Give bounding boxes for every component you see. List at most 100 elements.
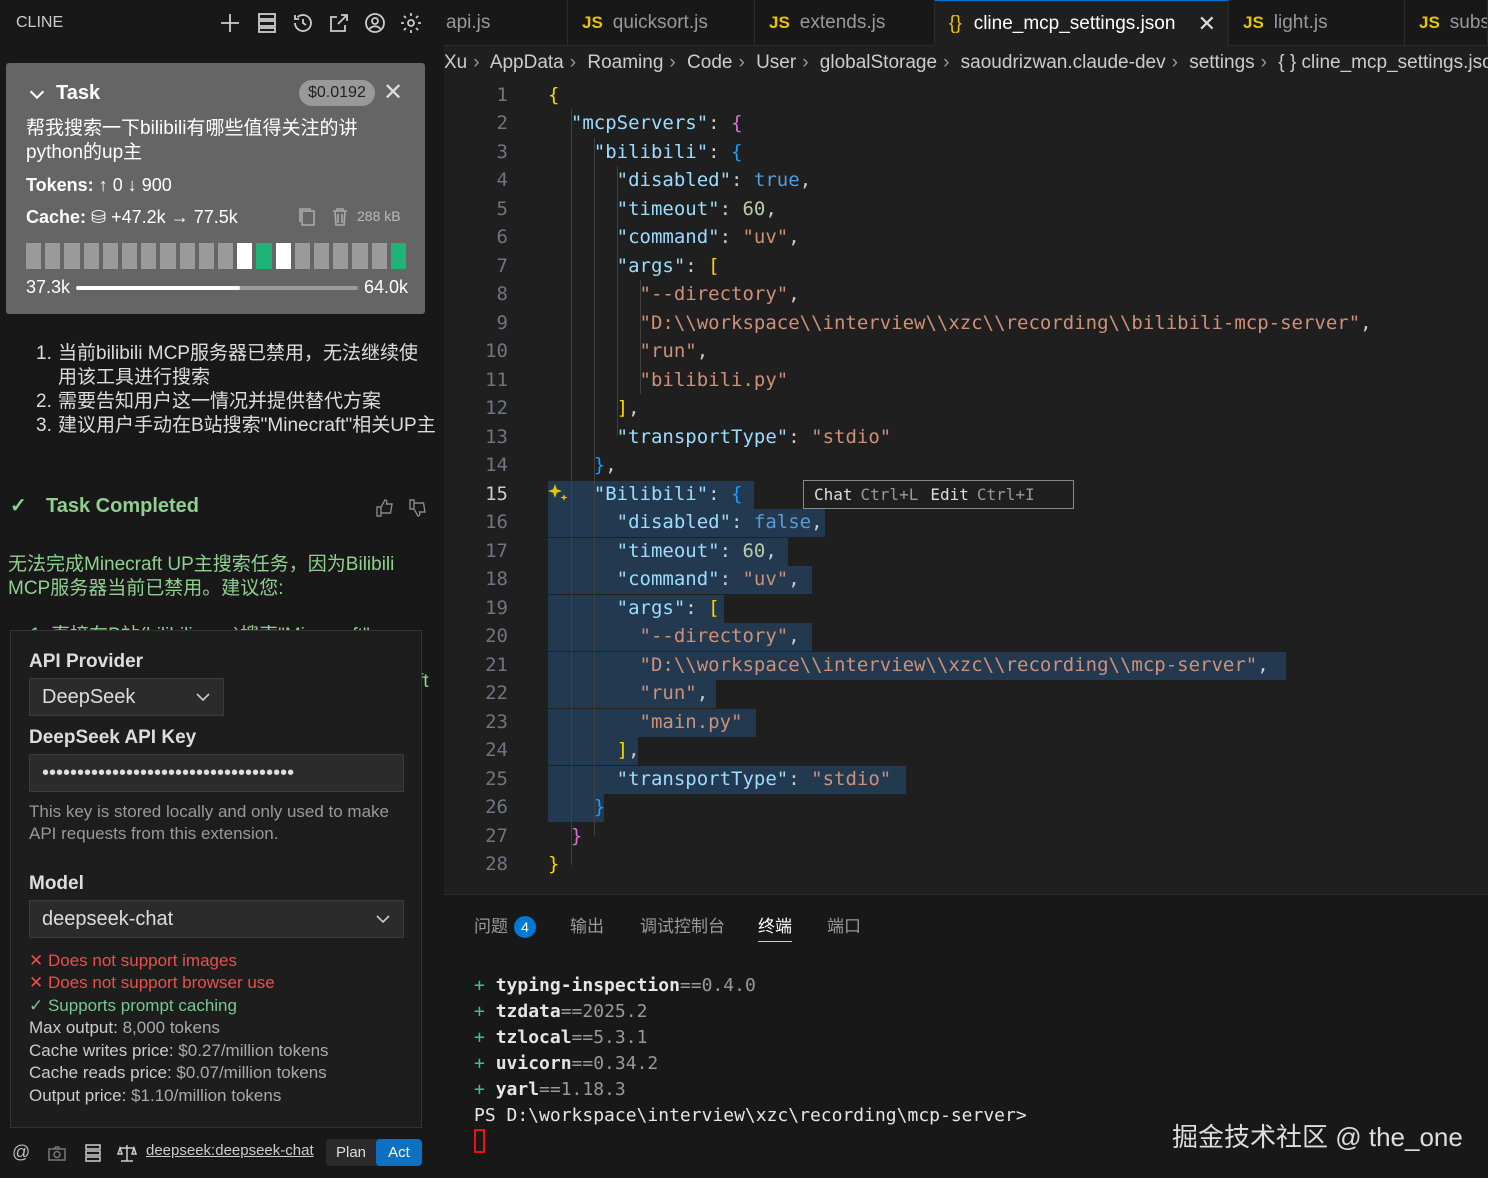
code-line: 11 "bilibili.py" (444, 366, 1488, 394)
code-line: 14 }, (444, 451, 1488, 479)
tab-quicksort-js[interactable]: JS quicksort.js (568, 0, 755, 46)
editor-area: api.js JS quicksort.js JS extends.js {} cli… (444, 0, 1488, 1178)
terminal-line: + tzlocal==5.3.1 (474, 1025, 647, 1051)
problems-count-badge: 4 (514, 916, 536, 938)
open-in-editor-icon[interactable] (325, 9, 353, 37)
cost-badge: $0.0192 (299, 80, 375, 106)
code-line: 7 "args": [ (444, 252, 1488, 280)
thumbs-down-icon[interactable] (407, 497, 429, 519)
context-slider[interactable] (76, 286, 358, 290)
tab-terminal[interactable]: 终端 (758, 912, 792, 942)
json-key: "mcpServers" (570, 112, 709, 134)
js-file-icon: JS (1243, 13, 1264, 32)
new-task-plus-icon[interactable] (216, 9, 244, 37)
context-segment (275, 243, 291, 269)
json-value: 60 (742, 540, 766, 562)
close-task-icon[interactable]: ✕ (383, 81, 403, 105)
context-segment (390, 243, 407, 269)
act-mode-button[interactable]: Act (376, 1139, 422, 1166)
mcp-servers-icon[interactable] (253, 9, 281, 37)
reasoning-list: 1. 当前bilibili MCP服务器已禁用，无法继续使用该工具进行搜索 2. 需… (36, 342, 436, 438)
list-item: 1. 当前bilibili MCP服务器已禁用，无法继续使用该工具进行搜索 (36, 342, 436, 390)
tab-ports[interactable]: 端口 (827, 912, 861, 937)
cache-writes-row: Cache writes price: $0.27/million tokens (29, 1040, 329, 1062)
database-icon: ⛁ (91, 207, 112, 227)
api-key-input[interactable]: •••••••••••••••••••••••••••••••••••• (29, 754, 404, 792)
breadcrumb-item[interactable]: AppData (490, 52, 564, 73)
package-name: yarl (495, 1079, 540, 1100)
json-value: "D:\\workspace\\interview\\xzc\\recordin… (639, 312, 1361, 334)
tab-light-js[interactable]: JS light.js (1229, 0, 1405, 46)
code-line: 19 "args": [ (444, 594, 1488, 622)
chevron-down-icon[interactable] (26, 83, 48, 105)
code-line: 26 } (444, 793, 1488, 821)
line-number: 18 (485, 568, 508, 590)
chat-hint[interactable]: Chat (814, 485, 853, 504)
cache-writes-label: Cache writes price: (29, 1041, 174, 1060)
plus-mark: + (474, 1027, 496, 1048)
breadcrumb-item[interactable]: settings (1189, 52, 1254, 73)
js-file-icon: JS (769, 13, 790, 32)
chevron-right-icon: › (738, 52, 745, 73)
context-segment (141, 243, 157, 269)
settings-gear-icon[interactable] (397, 9, 425, 37)
line-number: 21 (485, 654, 508, 676)
plan-act-toggle[interactable]: Plan Act (326, 1139, 422, 1166)
max-output-row: Max output: 8,000 tokens (29, 1017, 220, 1039)
sparkle-icon[interactable] (546, 481, 570, 505)
json-value: "--directory" (639, 283, 789, 305)
terminal-cursor (474, 1129, 485, 1153)
json-key: "timeout" (616, 198, 720, 220)
tab-cline-mcp-settings-json[interactable]: {} cline_mcp_settings.json ✕ (935, 0, 1229, 46)
json-key: "disabled" (616, 169, 732, 191)
breadcrumb-item[interactable]: Xu (444, 52, 467, 73)
api-provider-select[interactable]: DeepSeek (29, 678, 224, 716)
line-number: 15 (485, 483, 508, 505)
account-icon[interactable] (361, 9, 389, 37)
breadcrumb-item[interactable]: { } cline_mcp_settings.json (1278, 52, 1488, 73)
truncated-text: 1. 直接在B站(bilibili.com)搜索"Minecraft" (30, 620, 370, 630)
breadcrumb-item[interactable]: Code (687, 52, 732, 73)
cache-reads-row: Cache reads price: $0.07/million tokens (29, 1062, 327, 1084)
tab-debug-console[interactable]: 调试控制台 (640, 912, 725, 937)
mcp-servers-icon[interactable] (82, 1142, 104, 1164)
code-line: 13 "transportType": "stdio" (444, 423, 1488, 451)
breadcrumb-item[interactable]: User (756, 52, 796, 73)
model-selector-link[interactable]: deepseek:deepseek-chat (146, 1142, 314, 1159)
terminal-prompt[interactable]: PS D:\workspace\interview\xzc\recording\… (474, 1103, 1027, 1129)
cache-reads-label: Cache reads price: (29, 1063, 172, 1082)
line-number: 3 (496, 141, 508, 163)
tokens-up: 0 (112, 175, 123, 195)
close-tab-icon[interactable]: ✕ (1198, 1, 1216, 46)
api-key-label: DeepSeek API Key (29, 727, 197, 748)
capability-text: Does not support browser use (47, 973, 275, 992)
terminal-line: + tzdata==2025.2 (474, 999, 647, 1025)
breadcrumb-item[interactable]: saoudrizwan.claude-dev (961, 52, 1166, 73)
at-mention-icon[interactable]: @ (12, 1142, 34, 1164)
list-number: 2. (36, 391, 52, 412)
breadcrumb-item[interactable]: Roaming (587, 52, 663, 73)
code-line: 10 "run", (444, 337, 1488, 365)
code-line: 24 ], (444, 736, 1488, 764)
history-icon[interactable] (289, 9, 317, 37)
trash-icon[interactable] (330, 206, 350, 228)
thumbs-up-icon[interactable] (374, 497, 396, 519)
json-value: "bilibili.py" (639, 369, 789, 391)
capability-text: Supports prompt caching (47, 996, 237, 1015)
breadcrumb-item[interactable]: globalStorage (820, 52, 937, 73)
code-line: 5 "timeout": 60, (444, 195, 1488, 223)
edit-hint[interactable]: Edit (930, 485, 969, 504)
scale-icon[interactable] (116, 1142, 138, 1164)
copy-icon[interactable] (297, 206, 317, 228)
plan-mode-button[interactable]: Plan (326, 1139, 376, 1166)
camera-icon[interactable] (46, 1142, 68, 1164)
line-number: 19 (485, 597, 508, 619)
tab-output[interactable]: 输出 (570, 912, 604, 937)
capability-text: Does not support images (47, 951, 237, 970)
model-select[interactable]: deepseek-chat (29, 900, 404, 938)
tab-extends-js[interactable]: JS extends.js (755, 0, 935, 46)
line-number: 23 (485, 711, 508, 733)
tab-api-js[interactable]: api.js (444, 0, 568, 46)
tab-subs[interactable]: JS subs (1405, 0, 1488, 46)
tab-problems[interactable]: 问题 4 (474, 912, 536, 938)
